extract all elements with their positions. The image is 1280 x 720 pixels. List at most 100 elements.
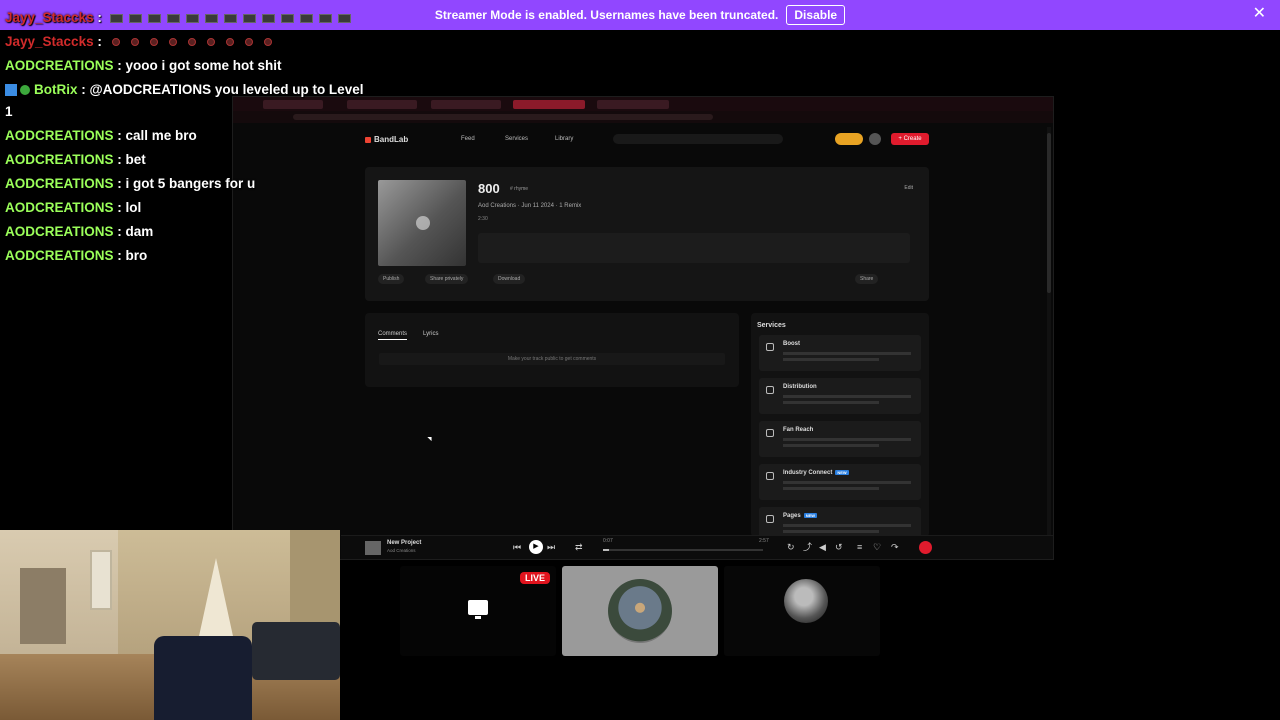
browser-tab[interactable]	[263, 100, 323, 109]
emote-icon	[263, 38, 272, 47]
participant-tile[interactable]	[562, 566, 718, 656]
webcam-shelf	[20, 568, 66, 644]
tab-comments[interactable]: Comments	[378, 331, 408, 340]
publish-button[interactable]: Publish	[378, 274, 405, 284]
scrollbar-thumb[interactable]	[1047, 133, 1051, 293]
page-scrollbar[interactable]	[1047, 127, 1051, 555]
download-button[interactable]: Download	[493, 274, 526, 284]
service-description	[783, 524, 911, 527]
chat-username: AODCREATIONS	[5, 152, 114, 167]
red-menu-button[interactable]	[919, 541, 932, 554]
chat-text: call me bro	[121, 128, 197, 143]
emote-icon	[223, 13, 237, 23]
track-description	[478, 233, 910, 263]
chat-message: AODCREATIONS : bet	[5, 152, 146, 167]
player-title[interactable]: New Project	[387, 540, 421, 546]
chat-separator: :	[113, 176, 122, 191]
share-icon[interactable]: ⤴	[803, 542, 812, 552]
gaming-chair	[154, 636, 252, 720]
service-description	[783, 395, 911, 398]
play-button[interactable]: ▶	[529, 540, 543, 554]
chat-username: AODCREATIONS	[5, 248, 114, 263]
chat-separator: :	[113, 152, 122, 167]
browser-tab-active[interactable]	[513, 100, 585, 109]
service-title-text: Industry Connect	[783, 470, 833, 477]
chat-message: AODCREATIONS : bro	[5, 248, 147, 263]
create-button[interactable]: + Create	[891, 133, 929, 145]
chat-username: AODCREATIONS	[5, 128, 114, 143]
nav-services[interactable]: Services	[505, 136, 528, 142]
heart-icon[interactable]: ♡	[873, 542, 881, 552]
chat-separator: :	[113, 128, 122, 143]
service-description	[783, 401, 879, 404]
chat-text: 1	[5, 104, 13, 119]
progress-bar[interactable]	[603, 549, 763, 551]
previous-icon[interactable]: ⏮	[513, 542, 521, 552]
url-field[interactable]	[293, 114, 713, 120]
service-description	[783, 444, 879, 447]
browser-address-bar[interactable]	[233, 111, 1053, 123]
repeat-icon[interactable]: ↻	[787, 542, 795, 552]
search-input[interactable]	[613, 134, 783, 144]
shuffle-icon[interactable]: ⇄	[575, 542, 583, 552]
emote-icon	[130, 38, 139, 47]
browser-tab[interactable]	[431, 100, 501, 109]
bot-badge-icon	[5, 84, 17, 97]
emote-icon	[187, 38, 196, 47]
elapsed-time: 0:07	[603, 538, 613, 544]
bandlab-logo[interactable]: BandLab	[365, 135, 408, 144]
emote-icon	[111, 38, 120, 47]
tab-lyrics[interactable]: Lyrics	[423, 331, 438, 337]
streamer-mode-text: Streamer Mode is enabled. Usernames have…	[434, 8, 779, 22]
upgrade-pill[interactable]	[835, 133, 863, 145]
service-title: Fan Reach	[783, 427, 814, 433]
chat-text: bro	[121, 248, 148, 263]
player-thumbnail[interactable]	[365, 541, 381, 555]
share-privately-button[interactable]: Share privately	[425, 274, 469, 284]
chat-separator: :	[113, 200, 122, 215]
monitor-icon	[468, 600, 488, 619]
queue-icon[interactable]: ≡	[857, 542, 862, 552]
avatar[interactable]	[869, 133, 881, 145]
forward-icon[interactable]: ↷	[891, 542, 899, 552]
screen-share-tile[interactable]: LIVE	[400, 566, 556, 656]
track-tag[interactable]: # rhyme	[510, 186, 528, 192]
new-badge: NEW	[835, 470, 849, 475]
service-boost[interactable]: Boost	[759, 335, 921, 371]
chat-message: AODCREATIONS : i got 5 bangers for u	[5, 176, 255, 191]
disable-streamer-mode-button[interactable]: Disable	[786, 5, 846, 25]
distribution-icon	[766, 386, 774, 394]
browser-tab[interactable]	[347, 100, 417, 109]
track-title: 800	[478, 181, 500, 196]
close-icon[interactable]: ✕	[1253, 6, 1266, 22]
participant-tile[interactable]	[724, 566, 880, 656]
webcam-window	[90, 550, 112, 610]
emote-icon	[166, 13, 180, 23]
edit-button[interactable]: Edit	[904, 185, 913, 191]
next-icon[interactable]: ⏭	[547, 542, 555, 552]
emote-icon	[280, 13, 294, 23]
share-button[interactable]: Share	[855, 274, 879, 284]
play-icon[interactable]	[416, 216, 430, 230]
track-cover-art[interactable]	[378, 180, 466, 266]
service-distribution[interactable]: Distribution	[759, 378, 921, 414]
progress-fill	[603, 549, 610, 551]
service-pages[interactable]: Pages NEW	[759, 507, 921, 537]
chat-separator: :	[113, 58, 122, 73]
comments-empty-state: Make your track public to get comments	[379, 353, 725, 365]
shared-screen: BandLab Feed Services Library + Create 8…	[232, 96, 1054, 560]
service-industry-connect[interactable]: Industry Connect NEW	[759, 464, 921, 500]
live-badge: LIVE	[519, 572, 550, 584]
emote-icon	[337, 13, 351, 23]
chat-username: BotRix	[34, 82, 78, 97]
nav-feed[interactable]: Feed	[461, 136, 475, 142]
chat-text: lol	[121, 200, 142, 215]
browser-tab[interactable]	[597, 100, 669, 109]
service-fan-reach[interactable]: Fan Reach	[759, 421, 921, 457]
volume-icon[interactable]: ◀	[819, 542, 826, 552]
service-description	[783, 438, 911, 441]
emote-icon	[225, 38, 234, 47]
bandlab-player-bar: New Project Aod Creations ⏮ ▶ ⏭ ⇄ 0:07 2…	[341, 535, 1053, 559]
loop-icon[interactable]: ↺	[835, 542, 843, 552]
nav-library[interactable]: Library	[555, 136, 573, 142]
